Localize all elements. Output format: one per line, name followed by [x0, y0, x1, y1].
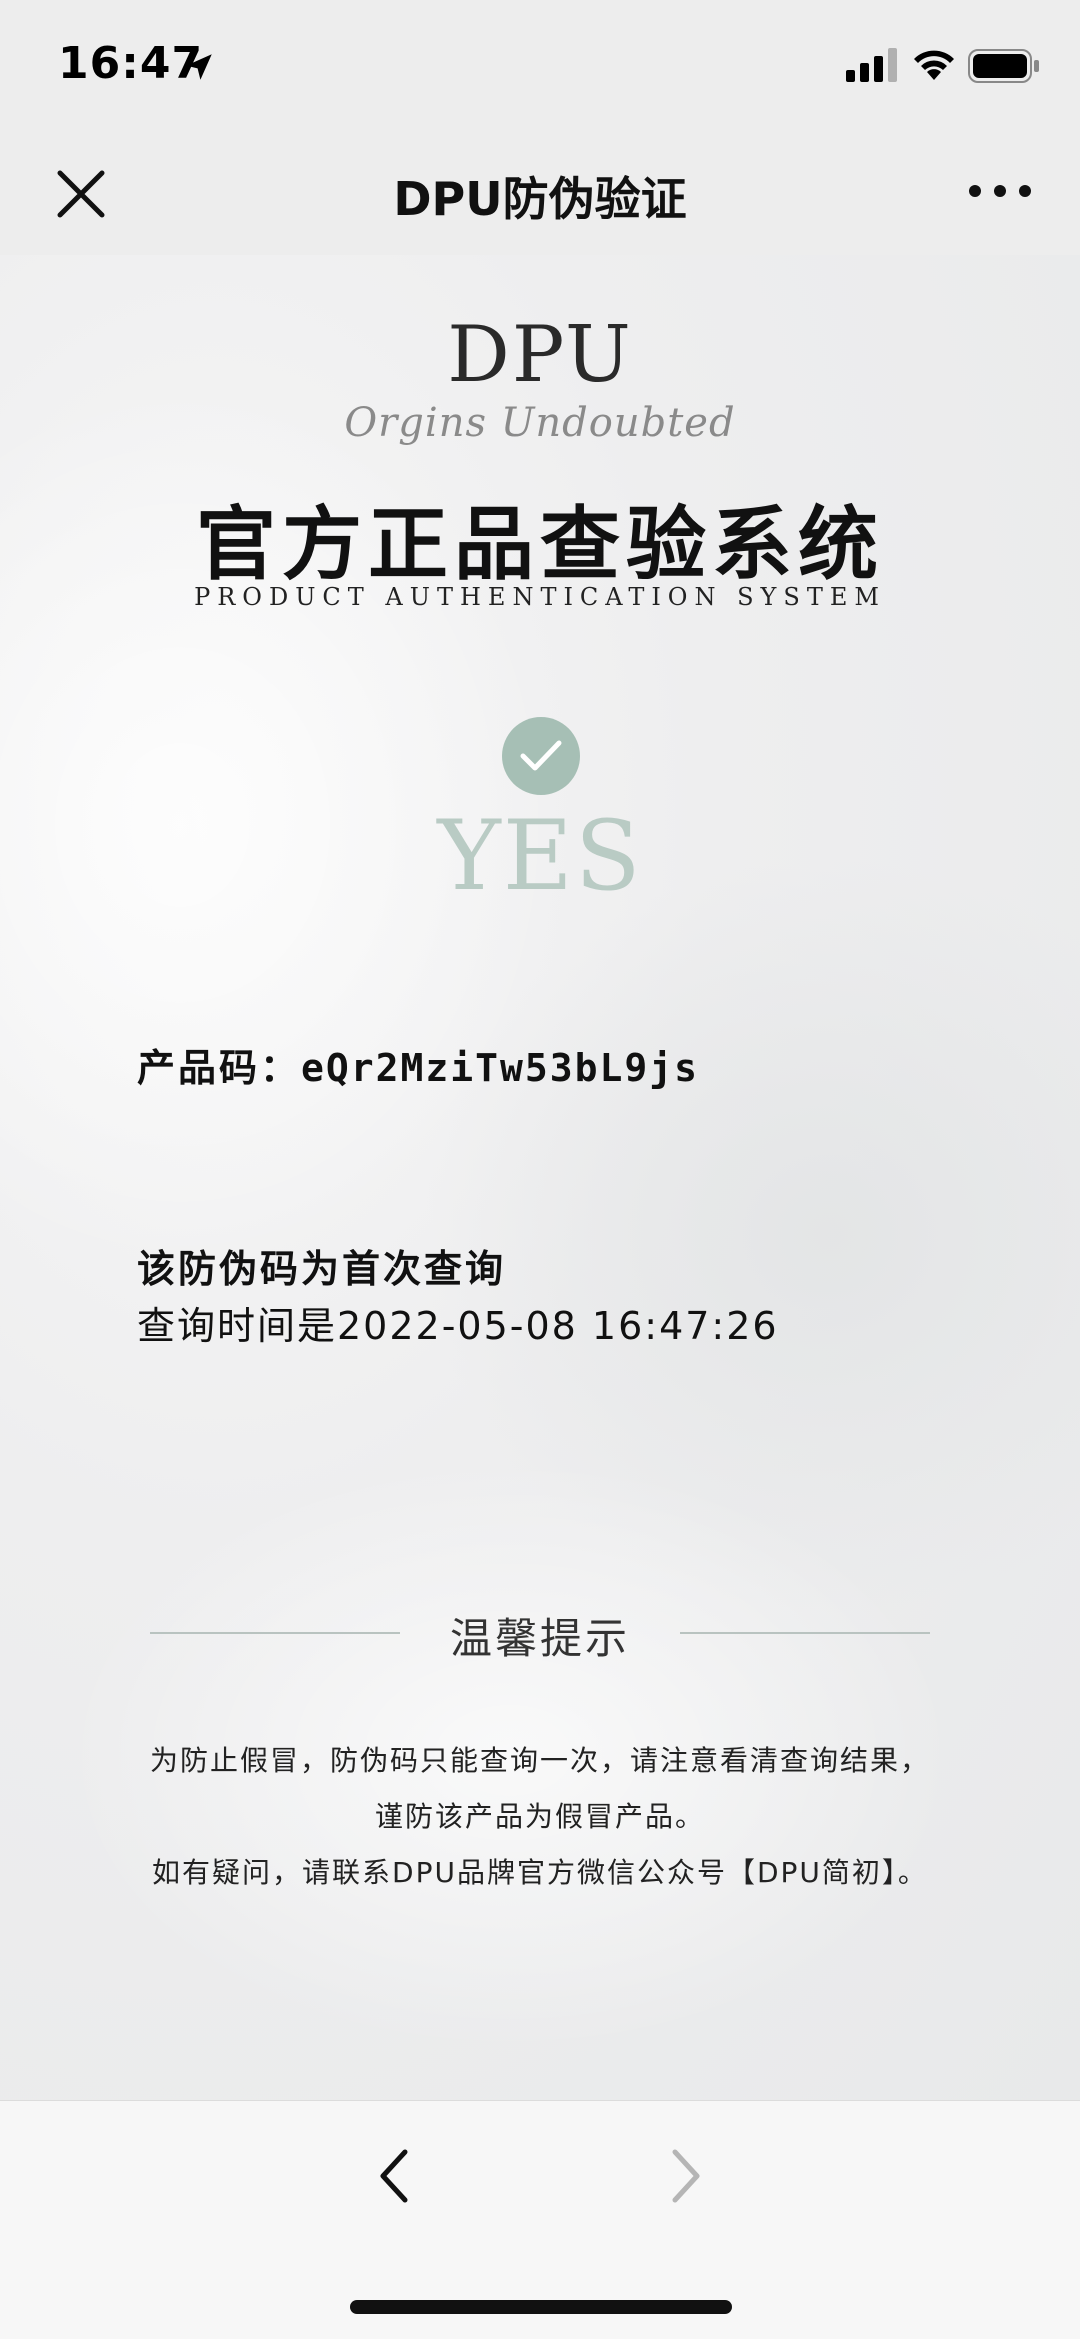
tips-line: 为防止假冒，防伪码只能查询一次，请注意看清查询结果， — [149, 1744, 930, 1777]
system-title: 官方正品查验系统 — [196, 498, 884, 591]
signal-icon — [846, 48, 897, 82]
product-code-value: eQr2MziTw53bL9js — [301, 1046, 700, 1090]
check-icon — [502, 717, 580, 795]
home-indicator[interactable] — [350, 2300, 732, 2314]
web-content: DPU Orgins Undoubted 官方正品查验系统 PRODUCT AU… — [0, 255, 1080, 2100]
query-time: 查询时间是2022-05-08 16:47:26 — [137, 1304, 779, 1348]
nav-bar: DPU防伪验证 — [0, 135, 1080, 255]
page-title: DPU防伪验证 — [393, 172, 687, 226]
product-code-row: 产品码：eQr2MziTw53bL9js — [137, 1037, 699, 1092]
tips-text: 为防止假冒，防伪码只能查询一次，请注意看清查询结果， 谨防该产品为假冒产品。 如… — [0, 1733, 1080, 1901]
chevron-right-icon[interactable] — [665, 2146, 705, 2206]
wifi-icon — [914, 50, 954, 80]
tips-line: 谨防该产品为假冒产品。 — [374, 1800, 705, 1833]
tips-title: 温馨提示 — [449, 1614, 630, 1663]
product-code-label: 产品码： — [137, 1046, 302, 1090]
verification-result: YES — [437, 800, 643, 912]
status-bar: 16:47 — [0, 0, 1080, 135]
battery-icon — [968, 49, 1039, 83]
brand-tagline: Orgins Undoubted — [344, 400, 736, 446]
brand-logo: DPU — [447, 310, 633, 400]
divider-right — [680, 1632, 930, 1634]
chevron-left-icon[interactable] — [375, 2146, 415, 2206]
first-query-notice: 该防伪码为首次查询 — [137, 1247, 507, 1291]
tips-line: 如有疑问，请联系DPU品牌官方微信公众号【DPU简初】。 — [152, 1856, 928, 1889]
location-arrow-icon — [186, 54, 212, 80]
more-icon[interactable] — [965, 171, 1035, 211]
system-subtitle: PRODUCT AUTHENTICATION SYSTEM — [194, 583, 886, 611]
screen: 16:47 DPU防伪验证 DPU Orgins Undoubted 官方正品查… — [0, 0, 1080, 2339]
